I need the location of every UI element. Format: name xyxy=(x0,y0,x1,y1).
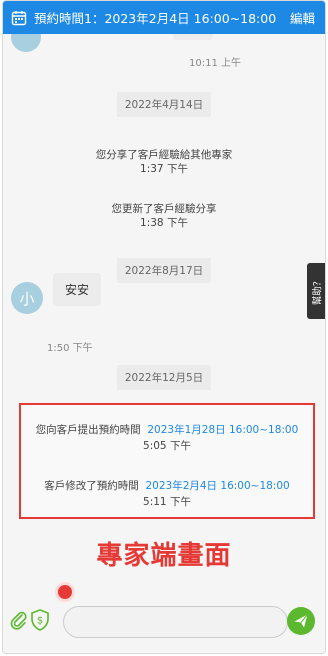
message-list[interactable]: 10:11 上午 2022年4月14日 您分享了客戶經驗給其他專家 1:37 下… xyxy=(3,34,325,594)
appointment-proposed-label: 您向客戶提出預約時間 xyxy=(35,424,141,436)
message-bubble[interactable]: 安安 xyxy=(53,273,102,306)
svg-text:$: $ xyxy=(37,616,43,627)
message-composer: $ xyxy=(3,582,325,653)
appointment-title: 預約時間1：2023年2月4日 16:00~18:00 xyxy=(34,11,277,26)
record-dot-icon[interactable] xyxy=(55,582,75,602)
appointment-modified-label: 客戶修改了預約時間 xyxy=(44,480,139,492)
calendar-icon xyxy=(11,9,29,27)
appointment-proposed-line: 您向客戶提出預約時間 2023年1月28日 16:00~18:00 xyxy=(21,422,313,437)
appointment-proposed-sent-time: 5:05 下午 xyxy=(143,440,191,452)
avatar xyxy=(11,34,41,52)
notice-time: 1:38 下午 xyxy=(140,217,188,229)
help-tab-label: 幫助？ xyxy=(312,276,324,306)
appointment-modified-sent-time: 5:11 下午 xyxy=(143,496,191,508)
notice-text: 您更新了客戶經驗分享 xyxy=(111,203,217,215)
list-item xyxy=(173,34,213,40)
message-input[interactable] xyxy=(63,606,288,638)
message-timestamp: 10:11 上午 xyxy=(189,58,241,69)
expert-view-caption: 專家端畫面 xyxy=(96,541,232,571)
appointment-modified-time-link[interactable]: 2023年2月4日 16:00~18:00 xyxy=(145,480,289,492)
appointment-highlight-box: 您向客戶提出預約時間 2023年1月28日 16:00~18:00 5:05 下… xyxy=(19,403,315,519)
date-separator: 2022年4月14日 xyxy=(116,92,212,117)
chat-window: 預約時間1：2023年2月4日 16:00~18:00 編輯 10:11 上午 … xyxy=(2,0,326,654)
paperclip-icon[interactable] xyxy=(9,610,29,630)
appointment-proposed-time-link[interactable]: 2023年1月28日 16:00~18:00 xyxy=(147,424,298,436)
date-separator: 2022年8月17日 xyxy=(116,258,212,283)
appointment-modified-line: 客戶修改了預約時間 2023年2月4日 16:00~18:00 xyxy=(21,478,313,493)
date-separator: 2022年12月5日 xyxy=(116,365,212,390)
paper-plane-icon[interactable] xyxy=(287,607,315,635)
avatar[interactable]: 小 xyxy=(11,282,43,314)
notice-text: 您分享了客戶經驗給其他專家 xyxy=(95,149,233,161)
notice-time: 1:37 下午 xyxy=(140,163,188,175)
system-notice: 您更新了客戶經驗分享 1:38 下午 xyxy=(3,202,325,230)
message-timestamp: 1:50 下午 xyxy=(47,343,93,354)
appointment-header: 預約時間1：2023年2月4日 16:00~18:00 編輯 xyxy=(3,1,325,34)
system-notice: 您分享了客戶經驗給其他專家 1:37 下午 xyxy=(3,148,325,176)
help-tab[interactable]: 幫助？ xyxy=(307,263,325,319)
edit-button[interactable]: 編輯 xyxy=(290,8,315,27)
shield-dollar-icon[interactable]: $ xyxy=(29,608,51,632)
